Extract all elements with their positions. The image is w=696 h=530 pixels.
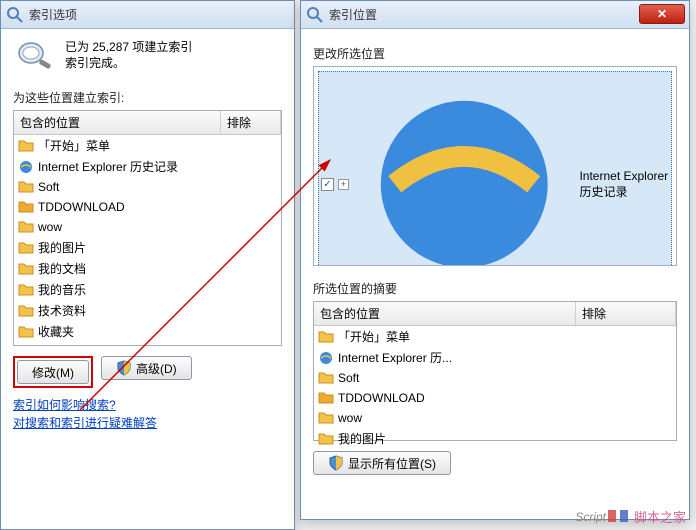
checkbox[interactable]: ✓ [321,178,334,191]
list-item[interactable]: Soft [314,368,676,388]
col-excluded[interactable]: 排除 [576,302,676,325]
modify-button[interactable]: 修改(M) [17,360,89,384]
list-item[interactable]: 我的图片 [14,237,281,258]
titlebar-left[interactable]: 索引选项 [1,1,294,29]
col-excluded[interactable]: 排除 [221,111,281,134]
search-icon [307,7,323,23]
list-item[interactable]: 技术资料 [14,300,281,321]
watermark: 脚本之家 [606,504,686,528]
list-item[interactable]: TDDOWNLOAD [14,197,281,217]
change-label: 更改所选位置 [313,45,677,62]
title-text: 索引选项 [29,6,288,23]
list-item[interactable]: Internet Explorer 历... [314,347,676,368]
link-troubleshoot[interactable]: 对搜索和索引进行疑难解答 [13,414,282,432]
magnifier-icon [13,39,55,71]
locations-list: 包含的位置 排除 「开始」菜单Internet Explorer 历史记录Sof… [13,110,282,346]
status-row: 已为 25,287 项建立索引 索引完成。 [13,39,282,71]
location-tree[interactable]: ✓+Internet Explorer 历史记录+本地磁盘 (C:)+本地磁盘 … [313,66,677,266]
list-item[interactable]: 「开始」菜单 [14,135,281,156]
watermark-script: Script [575,510,606,524]
list-item[interactable]: TDDOWNLOAD [314,388,676,408]
list-item[interactable]: Soft [14,177,281,197]
col-included[interactable]: 包含的位置 [314,302,576,325]
summary-label: 所选位置的摘要 [313,280,677,297]
shield-icon [328,455,344,471]
search-icon [7,7,23,23]
list-item[interactable]: 用户AppData [14,342,281,345]
list-item[interactable]: Internet Explorer 历史记录 [14,156,281,177]
highlight-modify: 修改(M) [13,356,93,388]
status-done: 索引完成。 [65,55,192,71]
list-item[interactable]: 「开始」菜单 [314,326,676,347]
list-item[interactable]: 我的音乐 [14,279,281,300]
expander[interactable]: + [338,179,349,190]
summary-list: 包含的位置 排除 「开始」菜单Internet Explorer 历...Sof… [313,301,677,441]
title-text: 索引位置 [329,6,683,23]
logo-icon [606,504,630,528]
advanced-button[interactable]: 高级(D) [101,356,192,380]
show-all-button[interactable]: 显示所有位置(S) [313,451,451,475]
shield-icon [116,360,132,376]
index-options-window: 索引选项 已为 25,287 项建立索引 索引完成。 为这些位置建立索引: 包含… [0,0,295,530]
index-locations-window: 索引位置 ✕ 更改所选位置 ✓+Internet Explorer 历史记录+本… [300,0,690,520]
list-item[interactable]: 我的文档 [14,258,281,279]
list-item[interactable]: 我的图片 [314,428,676,449]
tree-row[interactable]: ✓+Internet Explorer 历史记录 [318,71,672,266]
list-item[interactable]: wow [314,408,676,428]
close-button[interactable]: ✕ [639,4,685,24]
status-count: 已为 25,287 项建立索引 [65,39,192,55]
titlebar-right[interactable]: 索引位置 ✕ [301,1,689,29]
col-included[interactable]: 包含的位置 [14,111,221,134]
list-item[interactable]: 收藏夹 [14,321,281,342]
link-how-affects[interactable]: 索引如何影响搜索? [13,396,282,414]
build-label: 为这些位置建立索引: [13,89,282,106]
list-item[interactable]: wow [14,217,281,237]
